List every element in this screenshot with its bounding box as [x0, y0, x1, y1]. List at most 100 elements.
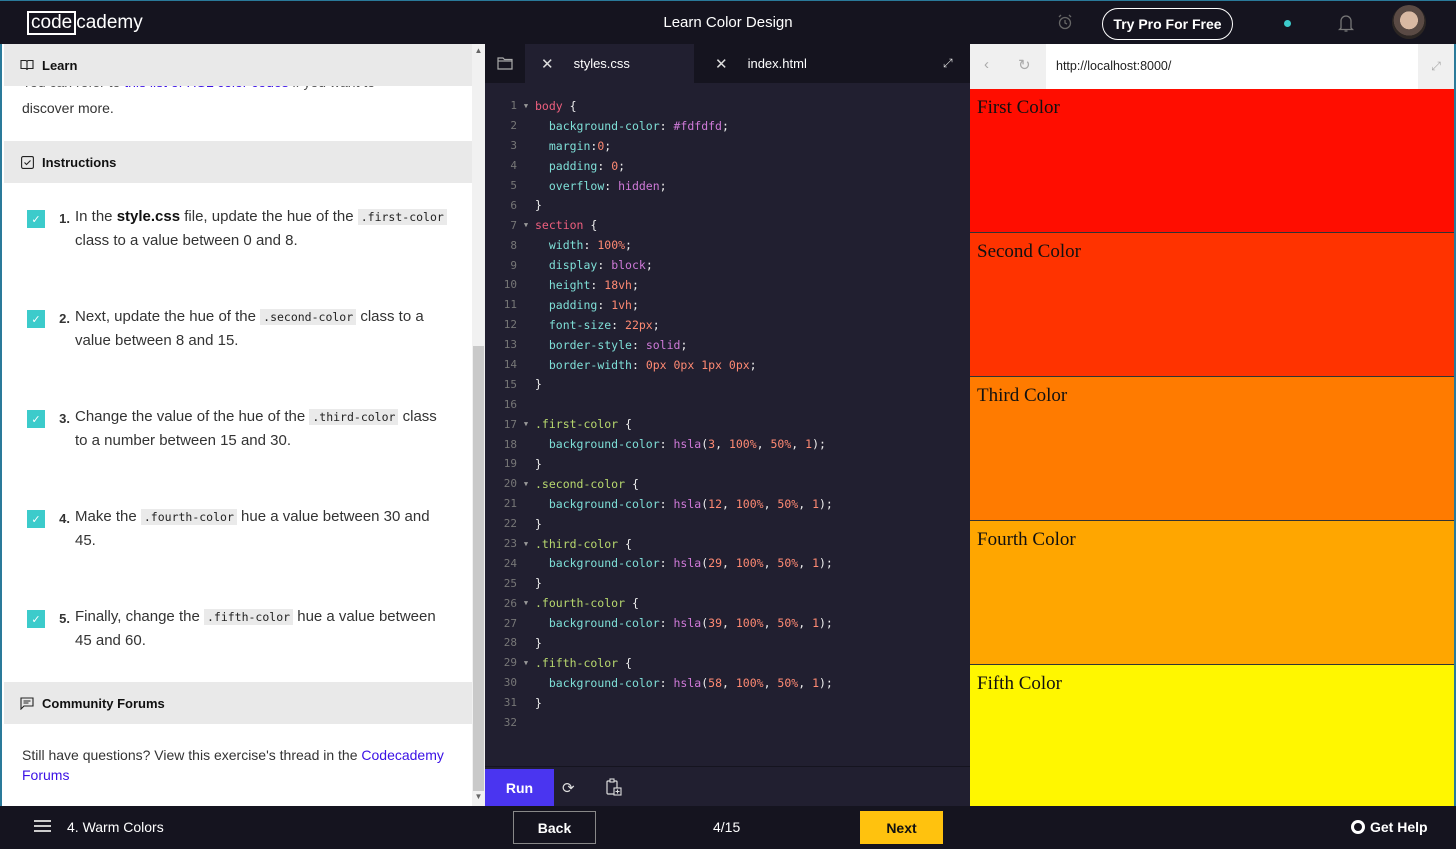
url-field[interactable]: http://localhost:8000/ — [1056, 59, 1171, 73]
code-line: 3 margin:0; — [485, 136, 970, 156]
code-token: : — [659, 616, 674, 631]
code-line: 19} — [485, 454, 970, 474]
code-token: } — [535, 198, 542, 213]
code-token: hsla — [673, 437, 702, 452]
code-token: 50% — [777, 496, 799, 511]
hamburger-menu-icon[interactable] — [34, 820, 51, 832]
line-number: 9 — [510, 258, 517, 272]
fold-arrow-icon[interactable]: ▼ — [517, 102, 535, 110]
code-token: 100% — [735, 556, 764, 571]
code-token: hsla — [673, 496, 702, 511]
lesson-title[interactable]: 4. Warm Colors — [67, 819, 164, 835]
code-token: , — [763, 675, 778, 690]
bottom-bar: 4. Warm Colors Back 4/15 Next Get Help — [0, 806, 1456, 849]
code-line: 12 font-size: 22px; — [485, 315, 970, 335]
folder-icon[interactable] — [497, 56, 513, 70]
code-token: 0px 0px 1px 0px — [645, 357, 750, 372]
code-token: } — [535, 576, 542, 591]
fold-arrow-icon[interactable]: ▼ — [517, 221, 535, 229]
book-icon — [20, 58, 34, 72]
tab-label: styles.css — [573, 56, 630, 71]
color-section: Fifth Color — [970, 665, 1454, 809]
code-token: 29 — [708, 556, 722, 571]
scrollbar-thumb[interactable] — [473, 346, 484, 791]
run-button[interactable]: Run — [485, 769, 554, 807]
code-token: ; — [680, 337, 688, 352]
code-token: , — [798, 616, 813, 631]
code-line: 26 ▼ .fourth-color { — [485, 593, 970, 613]
code-token: , — [798, 496, 813, 511]
expand-icon[interactable]: ⤢ — [943, 56, 953, 71]
line-number: 7 — [510, 218, 517, 232]
instructions-header-label: Instructions — [42, 154, 117, 170]
line-number: 21 — [503, 497, 517, 511]
checkbox-icon — [20, 155, 34, 169]
forums-section-header[interactable]: Community Forums — [4, 682, 472, 724]
alarm-clock-icon[interactable] — [1057, 14, 1073, 30]
code-line: 20 ▼ .second-color { — [485, 474, 970, 494]
text-fragment: Change the value of the hue of the — [75, 408, 310, 425]
forums-header-label: Community Forums — [42, 695, 165, 711]
code-token: 100% — [597, 238, 626, 253]
code-token: ); — [819, 675, 833, 690]
code-token: ; — [659, 178, 667, 193]
code-line: 5 overflow: hidden; — [485, 176, 970, 196]
code-token: solid — [645, 337, 681, 352]
copy-to-clipboard-icon[interactable] — [606, 778, 622, 796]
fold-arrow-icon[interactable]: ▼ — [517, 420, 535, 428]
code-token: : — [590, 277, 605, 292]
line-number: 6 — [510, 198, 517, 212]
code-token: 1 — [805, 437, 813, 452]
code-line: 28} — [485, 633, 970, 653]
code-token: display — [548, 258, 598, 273]
code-token: ; — [625, 238, 632, 253]
fold-arrow-icon[interactable]: ▼ — [517, 659, 535, 667]
code-token: 1 — [812, 675, 819, 690]
code-snippet: .fourth-color — [140, 509, 237, 525]
instruction-item: ✓ 1. In the style.css file, update the hue… — [27, 208, 447, 253]
refresh-icon[interactable]: ↻ — [1018, 56, 1031, 74]
code-token: ; — [749, 357, 757, 372]
code-token: } — [535, 456, 542, 471]
code-token: ; — [618, 158, 626, 173]
fullscreen-icon[interactable]: ⤢ — [1418, 44, 1454, 89]
line-number: 32 — [503, 716, 517, 730]
close-icon[interactable]: ✕ — [541, 55, 554, 73]
back-button[interactable]: Back — [513, 811, 596, 844]
code-token: height — [548, 277, 591, 292]
line-number: 5 — [510, 179, 517, 192]
code-token: overflow — [548, 178, 605, 193]
code-token: hidden — [618, 178, 660, 193]
code-line: 27 background-color: hsla(39, 100%, 50%,… — [485, 613, 970, 633]
user-avatar[interactable] — [1392, 5, 1426, 39]
fold-arrow-icon[interactable]: ▼ — [517, 599, 535, 607]
fold-arrow-icon[interactable]: ▼ — [517, 480, 535, 488]
reset-icon[interactable]: ⟳ — [562, 779, 575, 797]
scroll-down-arrow-icon[interactable]: ▼ — [472, 792, 485, 804]
left-panel-scrollbar[interactable]: ▲ ▼ — [472, 44, 485, 806]
fold-arrow-icon[interactable]: ▼ — [517, 540, 535, 548]
back-arrow-icon[interactable]: ‹ — [984, 56, 989, 73]
life-ring-icon — [1351, 820, 1365, 834]
code-token: hsla — [673, 556, 702, 571]
code-area[interactable]: 1 ▼ body {2 background-color: #fdfdfd; 3 ma… — [485, 96, 970, 733]
code-token: 58 — [708, 675, 722, 690]
code-token: hsla — [673, 616, 702, 631]
learn-section-header[interactable]: Learn — [4, 44, 472, 86]
scroll-up-arrow-icon[interactable]: ▲ — [472, 46, 485, 58]
line-number: 4 — [510, 159, 517, 173]
tab-styles-css[interactable]: ✕ styles.css — [525, 44, 694, 83]
code-token: background-color — [548, 675, 660, 690]
instructions-section-header[interactable]: Instructions — [4, 141, 472, 183]
get-help-button[interactable]: Get Help — [1351, 819, 1428, 835]
close-icon[interactable]: ✕ — [715, 55, 728, 73]
tab-index-html[interactable]: ✕ index.html — [699, 44, 899, 83]
try-pro-button[interactable]: Try Pro For Free — [1102, 8, 1233, 40]
notification-bell-icon[interactable] — [1338, 13, 1354, 33]
next-button[interactable]: Next — [860, 811, 943, 844]
code-token: width — [548, 238, 584, 253]
